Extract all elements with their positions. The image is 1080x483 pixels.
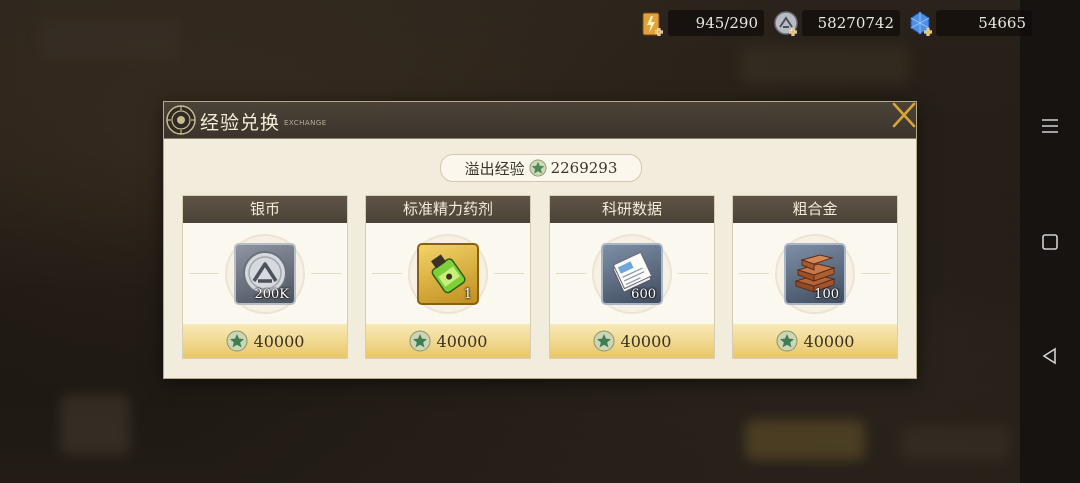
- exchange-card-potion[interactable]: 标准精力药剂 1 40000: [365, 195, 531, 359]
- dialog-title: 经验兑换: [200, 112, 281, 134]
- item-slot[interactable]: 600: [601, 243, 663, 305]
- card-body: 1: [366, 223, 530, 324]
- card-body: 600: [550, 223, 714, 324]
- item-slot[interactable]: 1: [417, 243, 479, 305]
- cost-value: 40000: [620, 331, 672, 351]
- cost-button[interactable]: 40000: [366, 324, 530, 358]
- item-quantity: 100: [814, 287, 839, 302]
- card-body: 200K: [183, 223, 347, 324]
- exp-star-icon: [593, 330, 615, 352]
- exp-star-icon: [409, 330, 431, 352]
- item-slot[interactable]: 100: [784, 243, 846, 305]
- card-body: 100: [733, 223, 897, 324]
- divider: [494, 273, 524, 274]
- item-quantity: 200K: [254, 287, 289, 302]
- divider: [372, 273, 402, 274]
- item-slot[interactable]: 200K: [234, 243, 296, 305]
- divider: [739, 273, 769, 274]
- item-quantity: 1: [463, 287, 472, 302]
- item-quantity: 600: [631, 287, 656, 302]
- divider: [678, 273, 708, 274]
- coin-counter: 58270742: [802, 10, 900, 36]
- exp-star-icon: [529, 159, 547, 177]
- overflow-exp-value: 2269293: [550, 159, 618, 177]
- exchange-dialog: 经验兑换 EXCHANGE 溢出经验 2269293 银币 200K 40000…: [164, 102, 916, 378]
- close-icon[interactable]: [890, 100, 918, 130]
- card-title: 科研数据: [550, 196, 714, 223]
- cost-button[interactable]: 40000: [550, 324, 714, 358]
- dialog-header: 经验兑换 EXCHANGE: [164, 102, 916, 139]
- menu-icon[interactable]: [1020, 106, 1080, 146]
- divider: [556, 273, 586, 274]
- overflow-exp-label: 溢出经验: [464, 159, 525, 178]
- back-icon[interactable]: [1020, 336, 1080, 376]
- exchange-emblem-icon: [166, 105, 196, 135]
- background-shape: [740, 45, 910, 85]
- home-icon[interactable]: [1020, 222, 1080, 262]
- cost-button[interactable]: 40000: [183, 324, 347, 358]
- cost-button[interactable]: 40000: [733, 324, 897, 358]
- cost-value: 40000: [436, 331, 488, 351]
- exp-star-icon: [776, 330, 798, 352]
- exp-star-icon: [226, 330, 248, 352]
- cost-value: 40000: [253, 331, 305, 351]
- background-shape: [900, 425, 1010, 461]
- gem-icon[interactable]: [908, 10, 936, 42]
- coin-icon[interactable]: [773, 10, 801, 42]
- gem-counter: 54665: [936, 10, 1032, 36]
- dialog-subtitle: EXCHANGE: [284, 119, 327, 127]
- stamina-icon[interactable]: [640, 10, 666, 42]
- system-nav-bar: [1020, 0, 1080, 483]
- exchange-card-research[interactable]: 科研数据 600 40000: [549, 195, 715, 359]
- card-title: 粗合金: [733, 196, 897, 223]
- overflow-exp-badge: 溢出经验 2269293: [440, 154, 642, 182]
- exchange-card-silver[interactable]: 银币 200K 40000: [182, 195, 348, 359]
- card-title: 标准精力药剂: [366, 196, 530, 223]
- exchange-card-alloy[interactable]: 粗合金 100 40000: [732, 195, 898, 359]
- divider: [861, 273, 891, 274]
- cost-value: 40000: [803, 331, 855, 351]
- background-shape: [745, 420, 865, 460]
- background-shape: [60, 395, 130, 455]
- background-shape: [40, 20, 180, 60]
- divider: [311, 273, 341, 274]
- stamina-counter: 945/290: [668, 10, 764, 36]
- divider: [189, 273, 219, 274]
- card-title: 银币: [183, 196, 347, 223]
